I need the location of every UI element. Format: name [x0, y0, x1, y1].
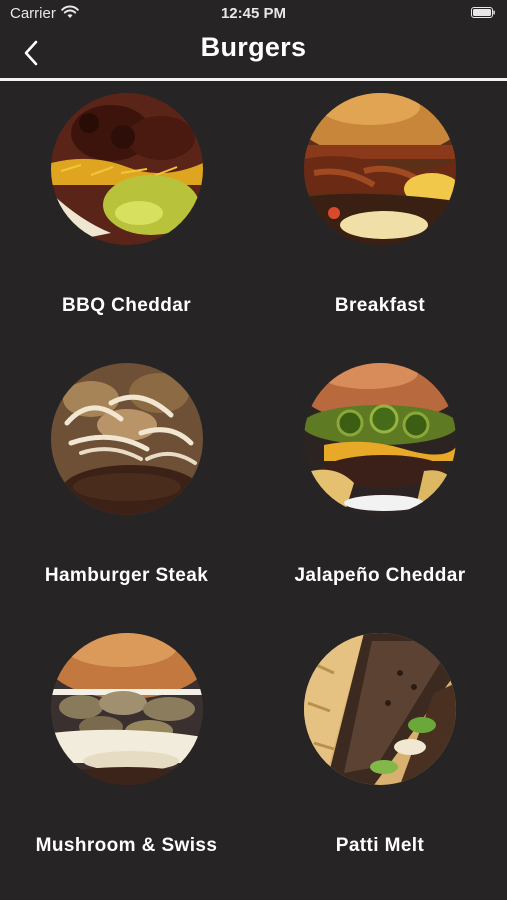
menu-item-patti-melt[interactable]: Patti Melt	[253, 621, 507, 891]
menu-item-mushroom-swiss[interactable]: Mushroom & Swiss	[0, 621, 253, 891]
status-bar: Carrier 12:45 PM	[0, 0, 507, 28]
menu-item-label: BBQ Cheddar	[62, 295, 191, 316]
burger-photo	[50, 633, 203, 785]
burger-photo	[304, 633, 456, 785]
burger-photo	[304, 363, 456, 515]
menu-item-bbq-cheddar[interactable]: BBQ Cheddar	[0, 81, 253, 351]
menu-item-label: Jalapeño Cheddar	[294, 565, 466, 586]
burger-photo	[50, 93, 203, 245]
battery-icon	[471, 7, 495, 18]
burger-grid: BBQ Cheddar Breakfast Hamburger Steak Ja…	[0, 81, 507, 900]
navigation-bar: Burgers	[0, 28, 507, 78]
menu-item-label: Mushroom & Swiss	[35, 835, 218, 856]
menu-item-label: Hamburger Steak	[44, 565, 209, 586]
status-time: 12:45 PM	[220, 5, 287, 22]
menu-item-label: Patti Melt	[335, 835, 425, 856]
page-title: Burgers	[200, 32, 307, 62]
menu-item-breakfast[interactable]: Breakfast	[253, 81, 507, 351]
menu-item-label: Breakfast	[334, 295, 426, 316]
burger-photo	[304, 93, 456, 245]
burger-photo	[50, 363, 203, 515]
menu-item-hamburger-steak[interactable]: Hamburger Steak	[0, 351, 253, 621]
menu-item-jalapeno-cheddar[interactable]: Jalapeño Cheddar	[253, 351, 507, 621]
